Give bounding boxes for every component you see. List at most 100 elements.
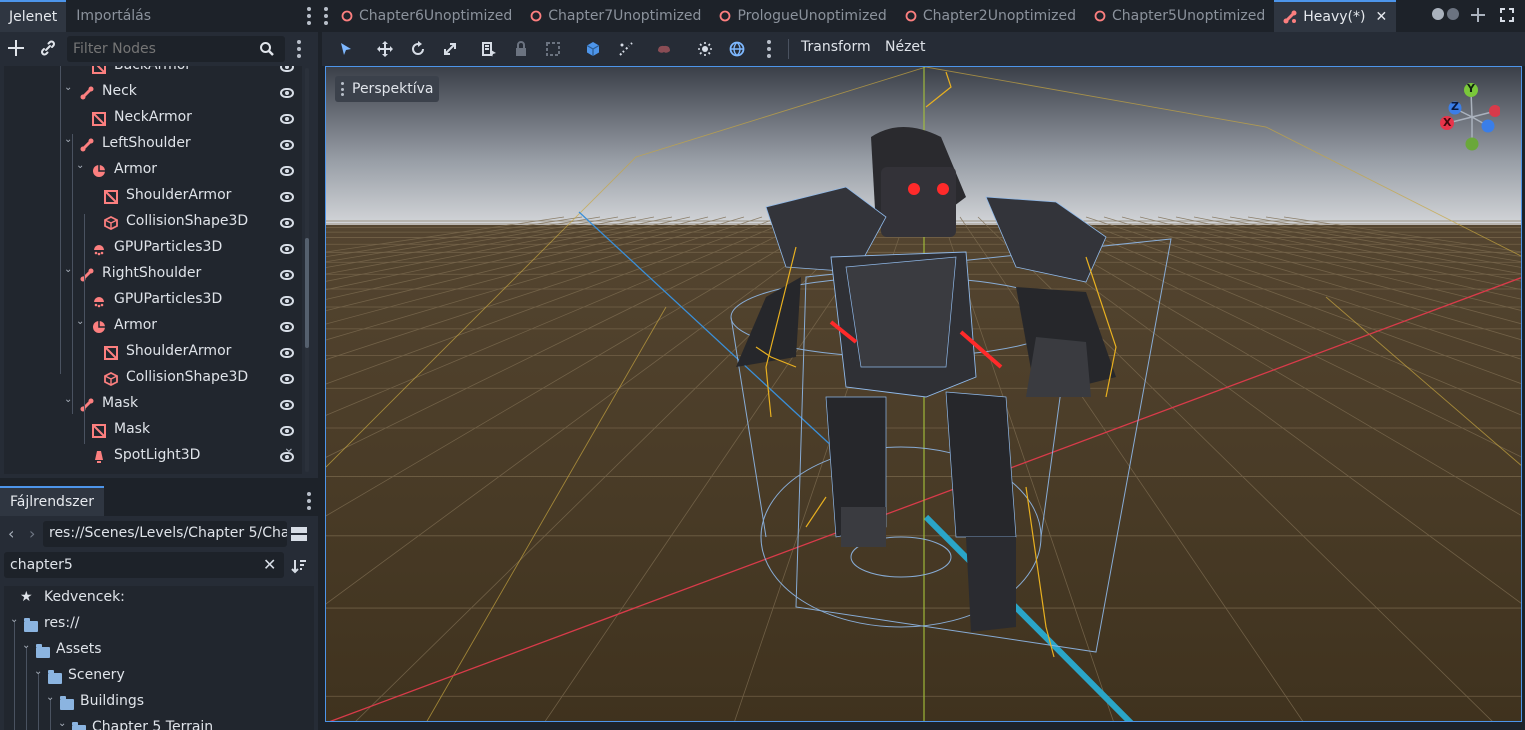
scene-tree-row[interactable]: GPUParticles3D [4,236,302,262]
collision-shape-icon [104,215,118,231]
scene-tree-row[interactable]: GPUParticles3D [4,288,302,314]
scene-tree-row[interactable]: ⌄ RightShoulder [4,262,302,288]
visibility-eye-icon[interactable] [280,270,294,280]
filesystem-menu-icon[interactable] [307,492,311,510]
tab-import[interactable]: Importálás [66,0,161,32]
visibility-eye-icon[interactable] [280,244,294,254]
scene-tree-row[interactable]: ShoulderArmor [4,184,302,210]
scene-tree-row[interactable]: Mask [4,418,302,444]
visibility-eye-icon[interactable] [280,166,294,176]
tree-guide-line [72,254,73,414]
tab-scene[interactable]: Jelenet [0,0,67,32]
file-search-field[interactable]: ✕ [4,552,284,578]
local-space-icon[interactable] [585,41,601,57]
scene-tab[interactable]: Chapter5Unoptimized [1085,0,1274,32]
scene-tree-row[interactable]: ⌄ Mask [4,392,302,418]
visibility-eye-icon[interactable] [280,192,294,202]
visibility-eye-icon[interactable] [280,140,294,150]
list-select-icon[interactable] [481,41,497,57]
scene-dock-menu-icon[interactable] [307,7,311,25]
chevron-down-icon[interactable]: ⌄ [64,82,76,93]
filter-nodes-field[interactable] [67,36,285,62]
scene-tree-row[interactable]: ShoulderArmor [4,340,302,366]
distraction-free-icon[interactable] [1500,8,1514,22]
visibility-eye-icon[interactable] [280,322,294,332]
scene-tab[interactable]: Heavy(*) ✕ [1274,0,1397,32]
move-tool-icon[interactable] [377,41,393,57]
scroll-down-icon[interactable]: ⌄ [283,440,295,456]
scene-tree-label: SpotLight3D [114,447,201,463]
visibility-eye-icon[interactable] [280,66,294,72]
group-icon[interactable] [545,41,561,57]
chevron-down-icon[interactable]: ⌄ [64,134,76,145]
back-icon[interactable]: ‹ [8,524,14,543]
scene-tab[interactable]: Chapter6Unoptimized [332,0,521,32]
scene-tree-row[interactable]: ⌄ Armor [4,158,302,184]
scene-tree-label: CollisionShape3D [126,213,249,229]
view-menu[interactable]: Nézet [885,39,926,55]
scene-tree-row[interactable]: CollisionShape3D [4,210,302,236]
scroll-tabs-left-icon[interactable] [1432,8,1444,20]
scene-tree-scrollbar[interactable] [305,68,309,472]
filter-nodes-input[interactable] [71,38,255,60]
rotate-tool-icon[interactable] [410,41,426,57]
add-node-icon[interactable] [8,40,24,56]
sort-icon[interactable] [291,558,307,574]
visibility-eye-icon[interactable] [280,426,294,436]
path-field[interactable]: res://Scenes/Levels/Chapter 5/Cha [43,521,287,547]
visibility-eye-icon[interactable] [280,400,294,410]
chevron-down-icon[interactable]: ⌄ [58,718,70,729]
scene-tree-row[interactable]: CollisionShape3D [4,366,302,392]
scene-tree-row[interactable]: ⌄ Armor [4,314,302,340]
lock-icon[interactable] [513,41,529,57]
chevron-down-icon[interactable]: ⌄ [34,666,46,677]
visibility-eye-icon[interactable] [280,218,294,228]
close-tab-icon[interactable]: ✕ [1375,9,1387,25]
transform-menu[interactable]: Transform [801,39,871,55]
chevron-down-icon[interactable]: ⌄ [22,640,34,651]
scene-tab[interactable]: PrologueUnoptimized [710,0,895,32]
chevron-down-icon[interactable]: ⌄ [64,264,76,275]
chevron-down-icon[interactable]: ⌄ [46,692,58,703]
chevron-down-icon[interactable]: ⌄ [76,316,88,327]
scroll-tabs-right-icon[interactable] [1447,8,1459,20]
visibility-eye-icon[interactable] [280,88,294,98]
add-tab-icon[interactable] [1471,8,1485,22]
star-icon: ★ [20,589,33,605]
forward-icon[interactable]: › [29,524,35,543]
file-search-input[interactable] [8,554,252,576]
bone-attachment-icon [80,398,94,412]
scene-tree: BackArmor ⌄ Neck NeckArmor ⌄ LeftShoulder ⌄ Arm… [4,66,302,474]
tab-filesystem[interactable]: Fájlrendszer [0,486,104,516]
scale-tool-icon[interactable] [442,41,458,57]
viewport-options-icon[interactable] [767,40,771,58]
scene-options-icon[interactable] [297,40,301,58]
visibility-eye-icon[interactable] [280,114,294,124]
environment-icon[interactable] [729,41,745,57]
select-tool-icon[interactable] [338,41,354,57]
link-icon[interactable] [40,40,56,56]
clear-search-icon[interactable]: ✕ [263,555,276,574]
scene-tree-row[interactable]: SpotLight3D [4,444,302,470]
editor-left-grip-icon[interactable] [324,7,328,25]
visibility-eye-icon[interactable] [280,348,294,358]
sun-icon[interactable] [697,41,713,57]
chevron-down-icon[interactable]: ⌄ [10,614,22,625]
scene-tab-label: Chapter2Unoptimized [922,8,1077,24]
preview-camera-icon[interactable] [656,41,672,57]
perspective-button[interactable]: Perspektíva [335,76,440,102]
scene-tree-row[interactable]: ⌄ LeftShoulder [4,132,302,158]
visibility-eye-icon[interactable] [280,296,294,306]
spotlight-icon [92,450,106,464]
scene-tree-row[interactable]: BackArmor [4,66,302,80]
visibility-eye-icon[interactable] [280,374,294,384]
viewport-3d[interactable]: Perspektíva Y Z X [325,66,1522,722]
scene-tab[interactable]: Chapter7Unoptimized [521,0,710,32]
scene-tree-row[interactable]: ⌄ Neck [4,80,302,106]
scene-tab[interactable]: Chapter2Unoptimized [896,0,1085,32]
chevron-down-icon[interactable]: ⌄ [76,160,88,171]
split-mode-icon[interactable] [291,526,307,542]
scene-tree-row[interactable]: NeckArmor [4,106,302,132]
snap-icon[interactable] [618,41,634,57]
chevron-down-icon[interactable]: ⌄ [64,394,76,405]
